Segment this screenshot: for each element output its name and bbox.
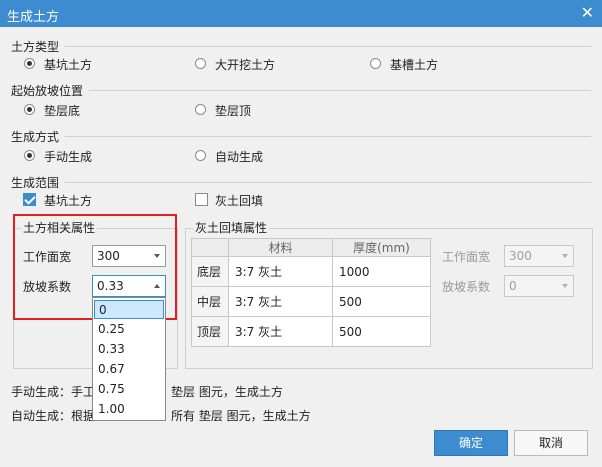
checkbox-pit-earthwork[interactable] (23, 193, 36, 206)
layer-name: 中层 (191, 286, 229, 317)
radio-manual-label[interactable]: 手动生成 (44, 148, 92, 165)
radio-cushion-top-label[interactable]: 垫层顶 (215, 102, 251, 119)
table-row[interactable]: 底层 3:7 灰土 1000 (191, 256, 431, 287)
layer-thickness[interactable]: 500 (332, 316, 431, 347)
slope-start-heading: 起始放坡位置 (11, 84, 84, 98)
ok-button[interactable]: 确定 (434, 430, 508, 456)
fill-work-width-select: 300 (504, 245, 574, 267)
radio-pit-earthwork-label[interactable]: 基坑土方 (44, 56, 92, 73)
manual-desc-prefix: 手动生成：手工 (11, 385, 96, 399)
checkbox-lime-backfill-label[interactable]: 灰土回填 (215, 192, 263, 209)
layer-name: 顶层 (191, 316, 229, 347)
fill-slope-select: 0 (504, 275, 574, 297)
dropdown-option[interactable]: 0.33 (94, 340, 164, 359)
radio-manual[interactable] (24, 150, 35, 161)
radio-open-excavation-label[interactable]: 大开挖土方 (215, 56, 275, 73)
divider (65, 182, 591, 183)
table-row[interactable]: 顶层 3:7 灰土 500 (191, 316, 431, 347)
table-header: 材料 (228, 238, 333, 257)
cancel-button[interactable]: 取消 (514, 430, 588, 456)
auto-desc-prefix: 自动生成：根据 (11, 409, 96, 423)
radio-open-excavation[interactable] (195, 58, 206, 69)
radio-cushion-bottom[interactable] (24, 104, 35, 115)
radio-auto[interactable] (195, 150, 206, 161)
fill-layers-table: 材料 厚度(mm) 底层 3:7 灰土 1000 中层 3:7 灰土 500 顶… (191, 238, 431, 347)
fill-slope-value: 0 (509, 279, 517, 293)
chevron-down-icon (562, 254, 568, 258)
dropdown-option[interactable]: 0.67 (94, 360, 164, 379)
fill-work-width-label: 工作面宽 (442, 250, 491, 264)
chevron-down-icon (562, 284, 568, 288)
layer-thickness[interactable]: 1000 (332, 256, 431, 287)
dropdown-option[interactable]: 1.00 (94, 400, 164, 419)
dialog-titlebar: 生成土方 ✕ (0, 0, 602, 27)
dropdown-option[interactable]: 0.25 (94, 320, 164, 339)
radio-auto-label[interactable]: 自动生成 (215, 148, 263, 165)
close-icon[interactable]: ✕ (581, 3, 594, 22)
auto-desc-suffix: 所有 垫层 图元，生成土方 (171, 409, 311, 423)
radio-pit-earthwork[interactable] (24, 58, 35, 69)
radio-cushion-bottom-label[interactable]: 垫层底 (44, 102, 80, 119)
checkbox-pit-earthwork-label[interactable]: 基坑土方 (44, 192, 92, 209)
radio-trench-earthwork-label[interactable]: 基槽土方 (390, 56, 438, 73)
table-header: 厚度(mm) (332, 238, 431, 257)
layer-material[interactable]: 3:7 灰土 (228, 256, 333, 287)
manual-desc-suffix: 垫层 图元，生成土方 (171, 385, 283, 399)
dialog-title: 生成土方 (7, 10, 60, 25)
earthwork-type-heading: 土方类型 (11, 40, 60, 54)
fill-slope-label: 放坡系数 (442, 280, 491, 294)
checkbox-lime-backfill[interactable] (195, 193, 208, 206)
layer-material[interactable]: 3:7 灰土 (228, 286, 333, 317)
gen-mode-heading: 生成方式 (11, 130, 60, 144)
layer-material[interactable]: 3:7 灰土 (228, 316, 333, 347)
gen-scope-heading: 生成范围 (11, 176, 60, 190)
dropdown-option[interactable]: 0.75 (94, 380, 164, 399)
divider (65, 46, 591, 47)
slope-coef-dropdown[interactable]: 0 0.25 0.33 0.67 0.75 1.00 (92, 297, 166, 421)
radio-trench-earthwork[interactable] (370, 58, 381, 69)
divider (65, 136, 591, 137)
fill-work-width-value: 300 (509, 249, 532, 263)
table-header-row: 材料 厚度(mm) (191, 238, 431, 257)
table-header (191, 238, 229, 257)
dropdown-option[interactable]: 0 (94, 300, 164, 319)
fill-props-title: 灰土回填属性 (193, 219, 270, 236)
radio-cushion-top[interactable] (195, 104, 206, 115)
layer-name: 底层 (191, 256, 229, 287)
layer-thickness[interactable]: 500 (332, 286, 431, 317)
table-row[interactable]: 中层 3:7 灰土 500 (191, 286, 431, 317)
divider (89, 90, 591, 91)
